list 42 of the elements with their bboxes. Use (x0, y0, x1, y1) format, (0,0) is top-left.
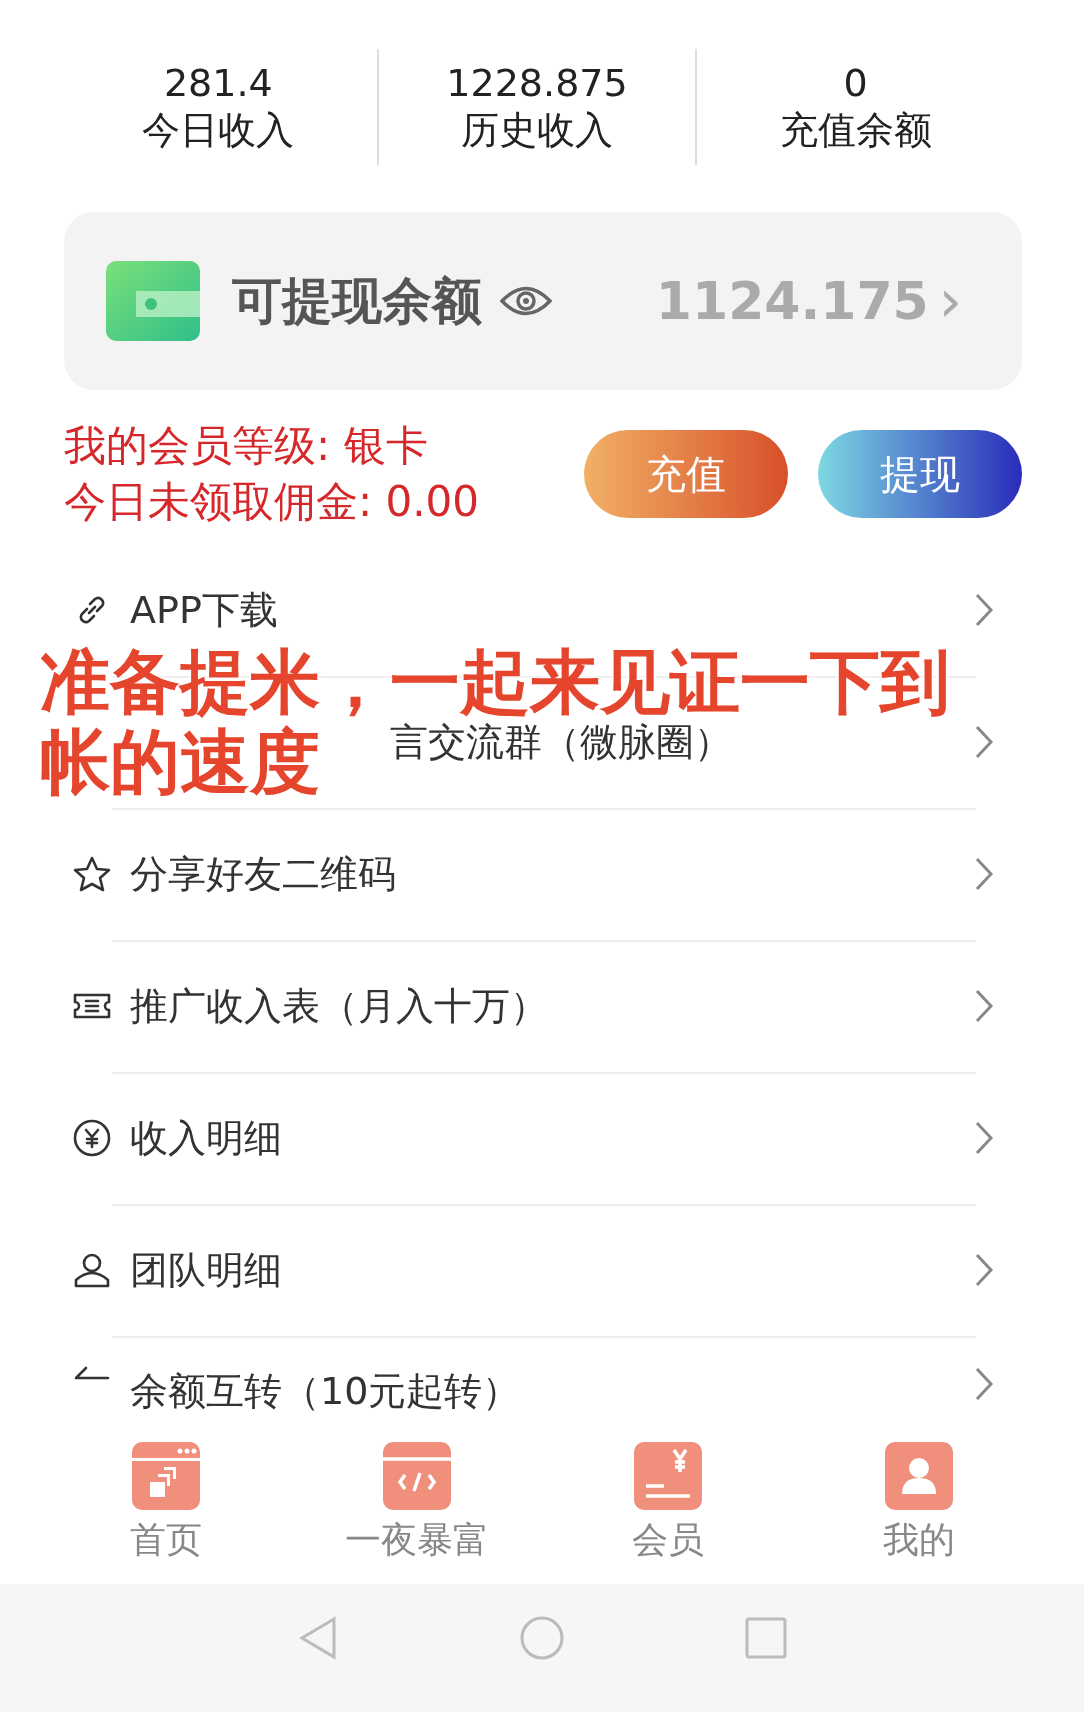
stat-value: 281.4 (163, 60, 273, 106)
menu-label[interactable]: 分享好友二维码 (130, 848, 396, 900)
menu-label[interactable]: 推广收入表（月入十万） (130, 980, 548, 1032)
stat-value: 1228.875 (446, 60, 628, 106)
menu-label[interactable]: 团队明细 (130, 1244, 282, 1296)
code-icon (382, 1442, 451, 1510)
chevron-icon (974, 1252, 994, 1288)
chevron-icon (974, 856, 994, 892)
tab-item[interactable]: 我的 (793, 1434, 1044, 1584)
window-icon (131, 1442, 200, 1510)
star-icon (72, 854, 112, 894)
member-level: 我的会员等级: 银卡 (64, 420, 429, 472)
recents-icon[interactable] (744, 1616, 788, 1660)
eye-icon[interactable] (500, 284, 552, 318)
chevron-icon (974, 988, 994, 1024)
balance-title: 可提现余额 (232, 270, 482, 332)
chevron-icon (974, 1120, 994, 1156)
chevron: › (938, 271, 962, 331)
tab-item[interactable]: 会员 (542, 1434, 793, 1584)
balance-card[interactable]: 可提现余额 1124.175 › (64, 212, 1022, 390)
menu-label[interactable]: 余额互转（10元起转） (130, 1366, 521, 1417)
withdraw-button[interactable]: 提现 (818, 430, 1022, 518)
chevron-icon (974, 592, 994, 628)
menu-label[interactable]: 收入明细 (130, 1112, 282, 1164)
tab-item[interactable]: 一夜暴富 (291, 1434, 542, 1584)
stat-label: 今日收入 (142, 107, 295, 154)
chevron-icon (974, 1366, 994, 1402)
chevron-icon (974, 724, 994, 760)
home-icon[interactable] (520, 1616, 564, 1660)
arrow-icon (72, 1366, 112, 1380)
stat-label: 充值余额 (779, 107, 932, 154)
user-icon (884, 1442, 953, 1510)
balance-amount: 1124.175 (655, 271, 929, 331)
stat-label: 历史收入 (461, 107, 613, 154)
yen-card-icon (633, 1442, 702, 1510)
stat-value: 0 (843, 60, 868, 106)
caption-overlay: 帐的速度 (40, 724, 320, 800)
menu-label[interactable]: APP下载 (130, 584, 278, 636)
yen-icon (72, 1118, 112, 1158)
unclaimed-commission: 今日未领取佣金: 0.00 (64, 476, 480, 528)
wallet-icon (106, 261, 200, 341)
tab-item[interactable]: 首页 (40, 1434, 291, 1584)
